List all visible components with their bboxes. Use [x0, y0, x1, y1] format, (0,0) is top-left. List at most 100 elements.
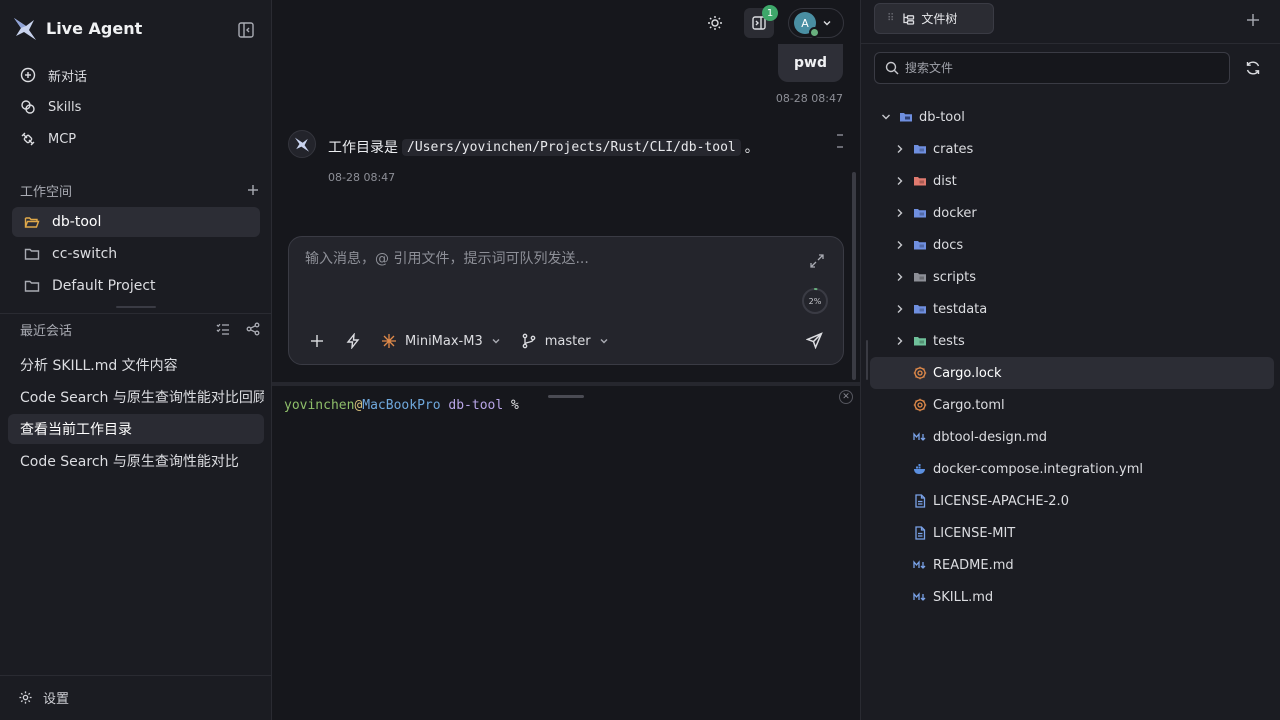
checklist-icon[interactable]: [216, 322, 230, 336]
terminal-user: yovinchen: [284, 398, 355, 413]
attach-button[interactable]: [309, 333, 325, 349]
nav-label: 新对话: [48, 69, 88, 85]
folder-icon: [914, 337, 926, 346]
chevron-right-icon: [897, 273, 903, 281]
skills-button[interactable]: Skills: [12, 91, 260, 123]
nav-label: Skills: [48, 99, 82, 115]
terminal-splitter[interactable]: [272, 382, 860, 386]
tree-file[interactable]: LICENSE-MIT: [870, 517, 1274, 549]
tree-folder-scripts[interactable]: scripts: [870, 261, 1274, 293]
folder-open-icon: [24, 217, 40, 228]
branch-label: master: [544, 333, 591, 349]
tree-file[interactable]: Cargo.toml: [870, 389, 1274, 421]
send-icon[interactable]: [806, 332, 823, 349]
chat-item[interactable]: 查看当前工作目录: [8, 414, 264, 444]
markdown-icon: [913, 592, 926, 601]
workspace-scrollbar[interactable]: [116, 306, 156, 308]
chevron-right-icon: [897, 305, 903, 313]
recent-title: 最近会话: [20, 323, 73, 339]
tree-file[interactable]: SKILL.md: [870, 581, 1274, 613]
tree-label: Cargo.toml: [933, 397, 1005, 413]
tree-file[interactable]: Cargo.lock: [870, 357, 1274, 389]
account-menu[interactable]: A: [788, 8, 844, 38]
file-search-input[interactable]: [905, 61, 1205, 75]
assistant-message-prefix: 工作目录是: [328, 140, 398, 156]
settings-label: 设置: [43, 692, 70, 707]
share-icon[interactable]: [246, 322, 260, 336]
assistant-message-time: 08-28 08:47: [328, 171, 396, 184]
panel-resize-handle[interactable]: [866, 340, 868, 380]
terminal-prompt[interactable]: yovinchen@MacBookPro db-tool %: [284, 398, 519, 413]
workspace-title: 工作空间: [20, 184, 73, 200]
drag-handle-icon[interactable]: ⠿: [887, 13, 894, 24]
terminal-close-icon[interactable]: ✕: [839, 390, 853, 404]
search-icon: [885, 61, 899, 75]
user-message-text: pwd: [794, 55, 827, 71]
tree-folder-docker[interactable]: docker: [870, 197, 1274, 229]
message-input[interactable]: [305, 251, 785, 267]
add-workspace-icon[interactable]: [246, 183, 260, 197]
markdown-icon: [913, 432, 926, 441]
markdown-icon: [913, 560, 926, 569]
folder-icon: [914, 241, 926, 250]
refresh-icon[interactable]: [1245, 60, 1261, 76]
tree-label: SKILL.md: [933, 589, 994, 605]
tree-label: Cargo.lock: [933, 365, 1002, 381]
workspace-item-cc-switch[interactable]: cc-switch: [12, 239, 260, 269]
tree-folder-dist[interactable]: dist: [870, 165, 1274, 197]
workspace-label: Default Project: [52, 278, 156, 294]
assistant-message-path: /Users/yovinchen/Projects/Rust/CLI/db-to…: [402, 138, 741, 156]
plus-icon: [311, 335, 323, 347]
tab-label: 文件树: [921, 12, 958, 26]
brand[interactable]: Live Agent: [12, 12, 142, 44]
tree-label: tests: [933, 333, 965, 349]
user-message-bubble: pwd: [778, 44, 843, 82]
folder-icon: [914, 145, 926, 154]
workspace-item-default-project[interactable]: Default Project: [12, 271, 260, 301]
tree-file[interactable]: docker-compose.integration.yml: [870, 453, 1274, 485]
panel-toggle-button[interactable]: 1: [744, 5, 778, 38]
chevron-right-icon: [897, 145, 903, 153]
folder-icon: [914, 273, 926, 282]
tree-icon: [903, 13, 915, 25]
quick-action-button[interactable]: [345, 333, 361, 349]
tree-folder-root[interactable]: db-tool: [870, 101, 1274, 133]
folder-open-icon: [900, 113, 912, 122]
main-nav: 新对话 Skills MCP: [12, 59, 260, 155]
mcp-button[interactable]: MCP: [12, 123, 260, 155]
document-icon: [915, 526, 926, 540]
folder-icon: [24, 248, 40, 260]
chat-scrollbar[interactable]: [852, 172, 856, 380]
chat-item[interactable]: Code Search 与原生查询性能对比回顾: [8, 382, 264, 412]
model-sparkle-icon: [382, 334, 396, 348]
file-panel: ⠿ 文件树 db-tool crates dist docker docs script…: [860, 0, 1280, 720]
chat-item[interactable]: 分析 SKILL.md 文件内容: [8, 350, 264, 380]
tree-file[interactable]: LICENSE-APACHE-2.0: [870, 485, 1274, 517]
workspace-item-db-tool[interactable]: db-tool: [12, 207, 260, 237]
model-select[interactable]: MiniMax-M3: [381, 333, 501, 349]
folder-icon: [24, 280, 40, 292]
tree-folder-crates[interactable]: crates: [870, 133, 1274, 165]
terminal-host: MacBookPro: [362, 398, 441, 413]
docker-icon: [914, 464, 925, 474]
workspace-label: db-tool: [52, 214, 102, 230]
message-scroll-marker[interactable]: [837, 134, 843, 148]
theme-toggle-button[interactable]: [700, 8, 730, 38]
terminal-resize-handle[interactable]: [548, 395, 584, 398]
tree-file[interactable]: README.md: [870, 549, 1274, 581]
tab-file-tree[interactable]: ⠿ 文件树: [874, 3, 994, 34]
tree-file[interactable]: dbtool-design.md: [870, 421, 1274, 453]
branch-select[interactable]: master: [521, 333, 609, 349]
tree-folder-docs[interactable]: docs: [870, 229, 1274, 261]
tree-folder-testdata[interactable]: testdata: [870, 293, 1274, 325]
chat-item[interactable]: Code Search 与原生查询性能对比: [8, 446, 264, 476]
settings-button[interactable]: 设置: [18, 688, 69, 707]
assistant-message: 工作目录是 /Users/yovinchen/Projects/Rust/CLI…: [328, 137, 759, 157]
sidebar: Live Agent 新对话 Skills MCP 工作空间 db-tool c…: [0, 0, 272, 720]
expand-icon[interactable]: [809, 253, 825, 269]
sidebar-collapse-icon[interactable]: [237, 21, 255, 39]
add-tab-icon[interactable]: [1246, 13, 1260, 27]
bird-logo-icon: [14, 18, 36, 40]
tree-folder-tests[interactable]: tests: [870, 325, 1274, 357]
new-chat-button[interactable]: 新对话: [12, 59, 260, 91]
